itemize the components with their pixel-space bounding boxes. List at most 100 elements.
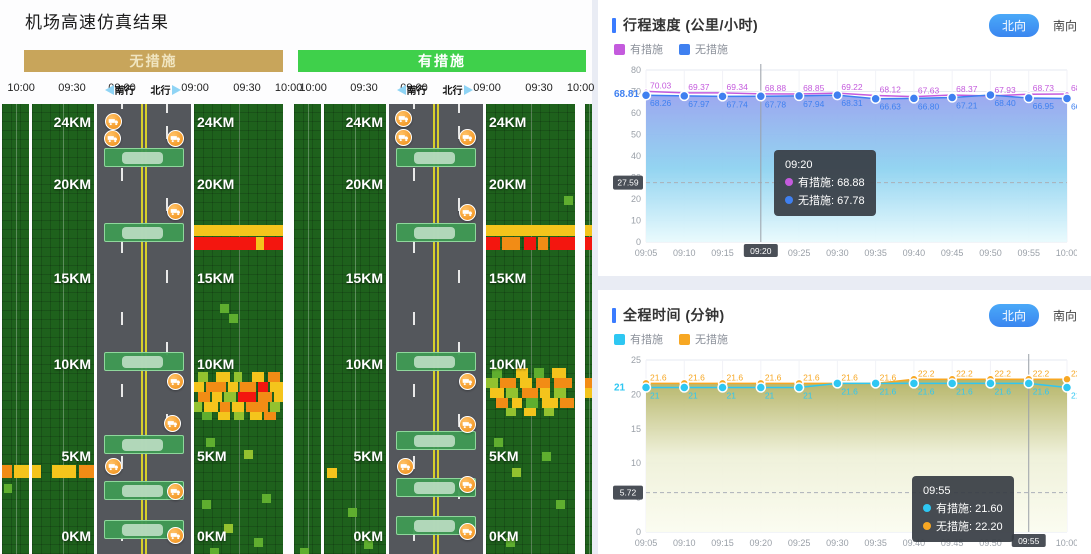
heat-cell [494,438,503,447]
panel-no-measures: 无措施10:0009:3009:0009:0009:3010:00南行北行24K… [2,50,283,554]
incident-icon[interactable] [167,130,184,147]
heat-cell [256,237,264,250]
northbound-button[interactable]: 北向 [989,304,1039,327]
travel-time-chart[interactable]: 051015202509:0509:1009:1509:2009:2509:30… [612,348,1077,554]
southbound-label: 南行 [115,82,135,97]
road [97,104,191,554]
gantry-label [396,148,477,167]
axis-pointer-value: 21 [614,383,626,394]
simulation-section: 机场高速仿真结果 无措施10:0009:3009:0009:0009:3010:… [0,0,592,554]
heat-cell [536,378,550,388]
incident-icon[interactable] [167,203,184,220]
gantry-label [104,435,185,454]
km-label: 10KM [54,356,91,372]
incident-icon[interactable] [104,130,121,147]
northbound-direction: 北行 [443,82,473,97]
heat-cell [206,382,226,392]
southbound-button[interactable]: 南向 [1053,17,1077,34]
legend-label: 有措施 [630,331,663,347]
data-label: 21 [688,391,698,401]
heat-cell [268,372,280,382]
time-gridline [531,104,532,554]
data-label: 21 [650,391,660,401]
data-label: 68.31 [841,98,863,108]
heat-cell [4,484,12,493]
incident-icon[interactable] [164,415,181,432]
incident-icon[interactable] [105,458,122,475]
x-tick-label: 09:35 [864,538,887,548]
title-accent-bar [612,308,616,323]
heat-cell [264,412,276,420]
blurred-text [122,356,163,368]
left-arrow-icon [397,85,406,95]
heat-cell [194,402,202,412]
heat-cell [550,237,575,250]
incident-icon[interactable] [397,458,414,475]
heat-cell [542,452,551,461]
time-tick-label: 09:00 [181,82,209,94]
data-label: 22.2 [1071,368,1077,378]
incident-icon[interactable] [167,483,184,500]
x-tick-label: 09:45 [941,248,964,258]
data-label: 68.40 [994,98,1016,108]
legend-item-with-measures[interactable]: 有措施 [614,331,663,347]
heat-cell [496,398,508,408]
y-tick-label: 60 [631,108,641,118]
data-label: 21.6 [765,372,782,382]
legend-item-no-measures[interactable]: 无措施 [679,41,728,57]
heat-cell [206,438,215,447]
heat-cell [524,237,536,250]
time-tick-label: 09:00 [473,82,501,94]
heatmap-outer-left [2,104,29,554]
incident-icon[interactable] [459,523,476,540]
x-tick-label: 09:05 [635,538,658,548]
gantry-label [104,352,185,371]
heat-cell [327,468,337,478]
data-label: 68.73 [1033,83,1055,93]
heat-cell [198,372,208,382]
incident-icon[interactable] [459,204,476,221]
time-tick-label: 09:30 [525,82,553,94]
km-label: 20KM [489,176,526,192]
tooltip-row: 无措施: 22.20 [923,518,1003,536]
incident-icon[interactable] [167,373,184,390]
blurred-text [122,227,163,239]
incident-icon[interactable] [395,110,412,127]
northbound-button[interactable]: 北向 [989,14,1039,37]
heat-cell [585,388,592,398]
southbound-button[interactable]: 南向 [1053,307,1077,324]
data-label: 21 [727,391,737,401]
incident-icon[interactable] [167,527,184,544]
x-tick-label: 09:40 [903,248,926,258]
legend-item-no-measures[interactable]: 无措施 [679,331,728,347]
y-tick-label: 20 [631,389,641,399]
time-gridline [308,104,309,554]
chart-tooltip: 09:55有措施: 21.60无措施: 22.20 [912,476,1014,542]
km-label: 20KM [197,176,234,192]
data-label: 21.6 [803,372,820,382]
heat-cell [79,465,94,478]
heat-cell [506,408,516,416]
incident-icon[interactable] [395,129,412,146]
blurred-text [414,152,455,164]
blurred-text [414,356,455,368]
heat-cell [14,465,29,478]
legend-item-with-measures[interactable]: 有措施 [614,41,663,57]
data-label: 21.6 [1033,386,1050,396]
data-point[interactable] [1063,375,1071,383]
heat-cell [258,382,268,392]
incident-icon[interactable] [459,476,476,493]
incident-icon[interactable] [105,113,122,130]
incident-icon[interactable] [459,129,476,146]
incident-icon[interactable] [459,416,476,433]
tooltip-series-dot [785,196,793,204]
time-gridline [355,104,356,554]
dashboard: 机场高速仿真结果 无措施10:0009:3009:0009:0009:3010:… [0,0,1091,554]
heat-cell [218,412,230,420]
incident-icon[interactable] [459,373,476,390]
km-label: 5KM [353,448,383,464]
y-tick-label: 0 [636,237,641,247]
speed-chart[interactable]: 0102030405060708009:0509:1009:1509:2009:… [612,58,1077,273]
data-label: 68.85 [803,83,825,93]
km-label: 20KM [346,176,383,192]
